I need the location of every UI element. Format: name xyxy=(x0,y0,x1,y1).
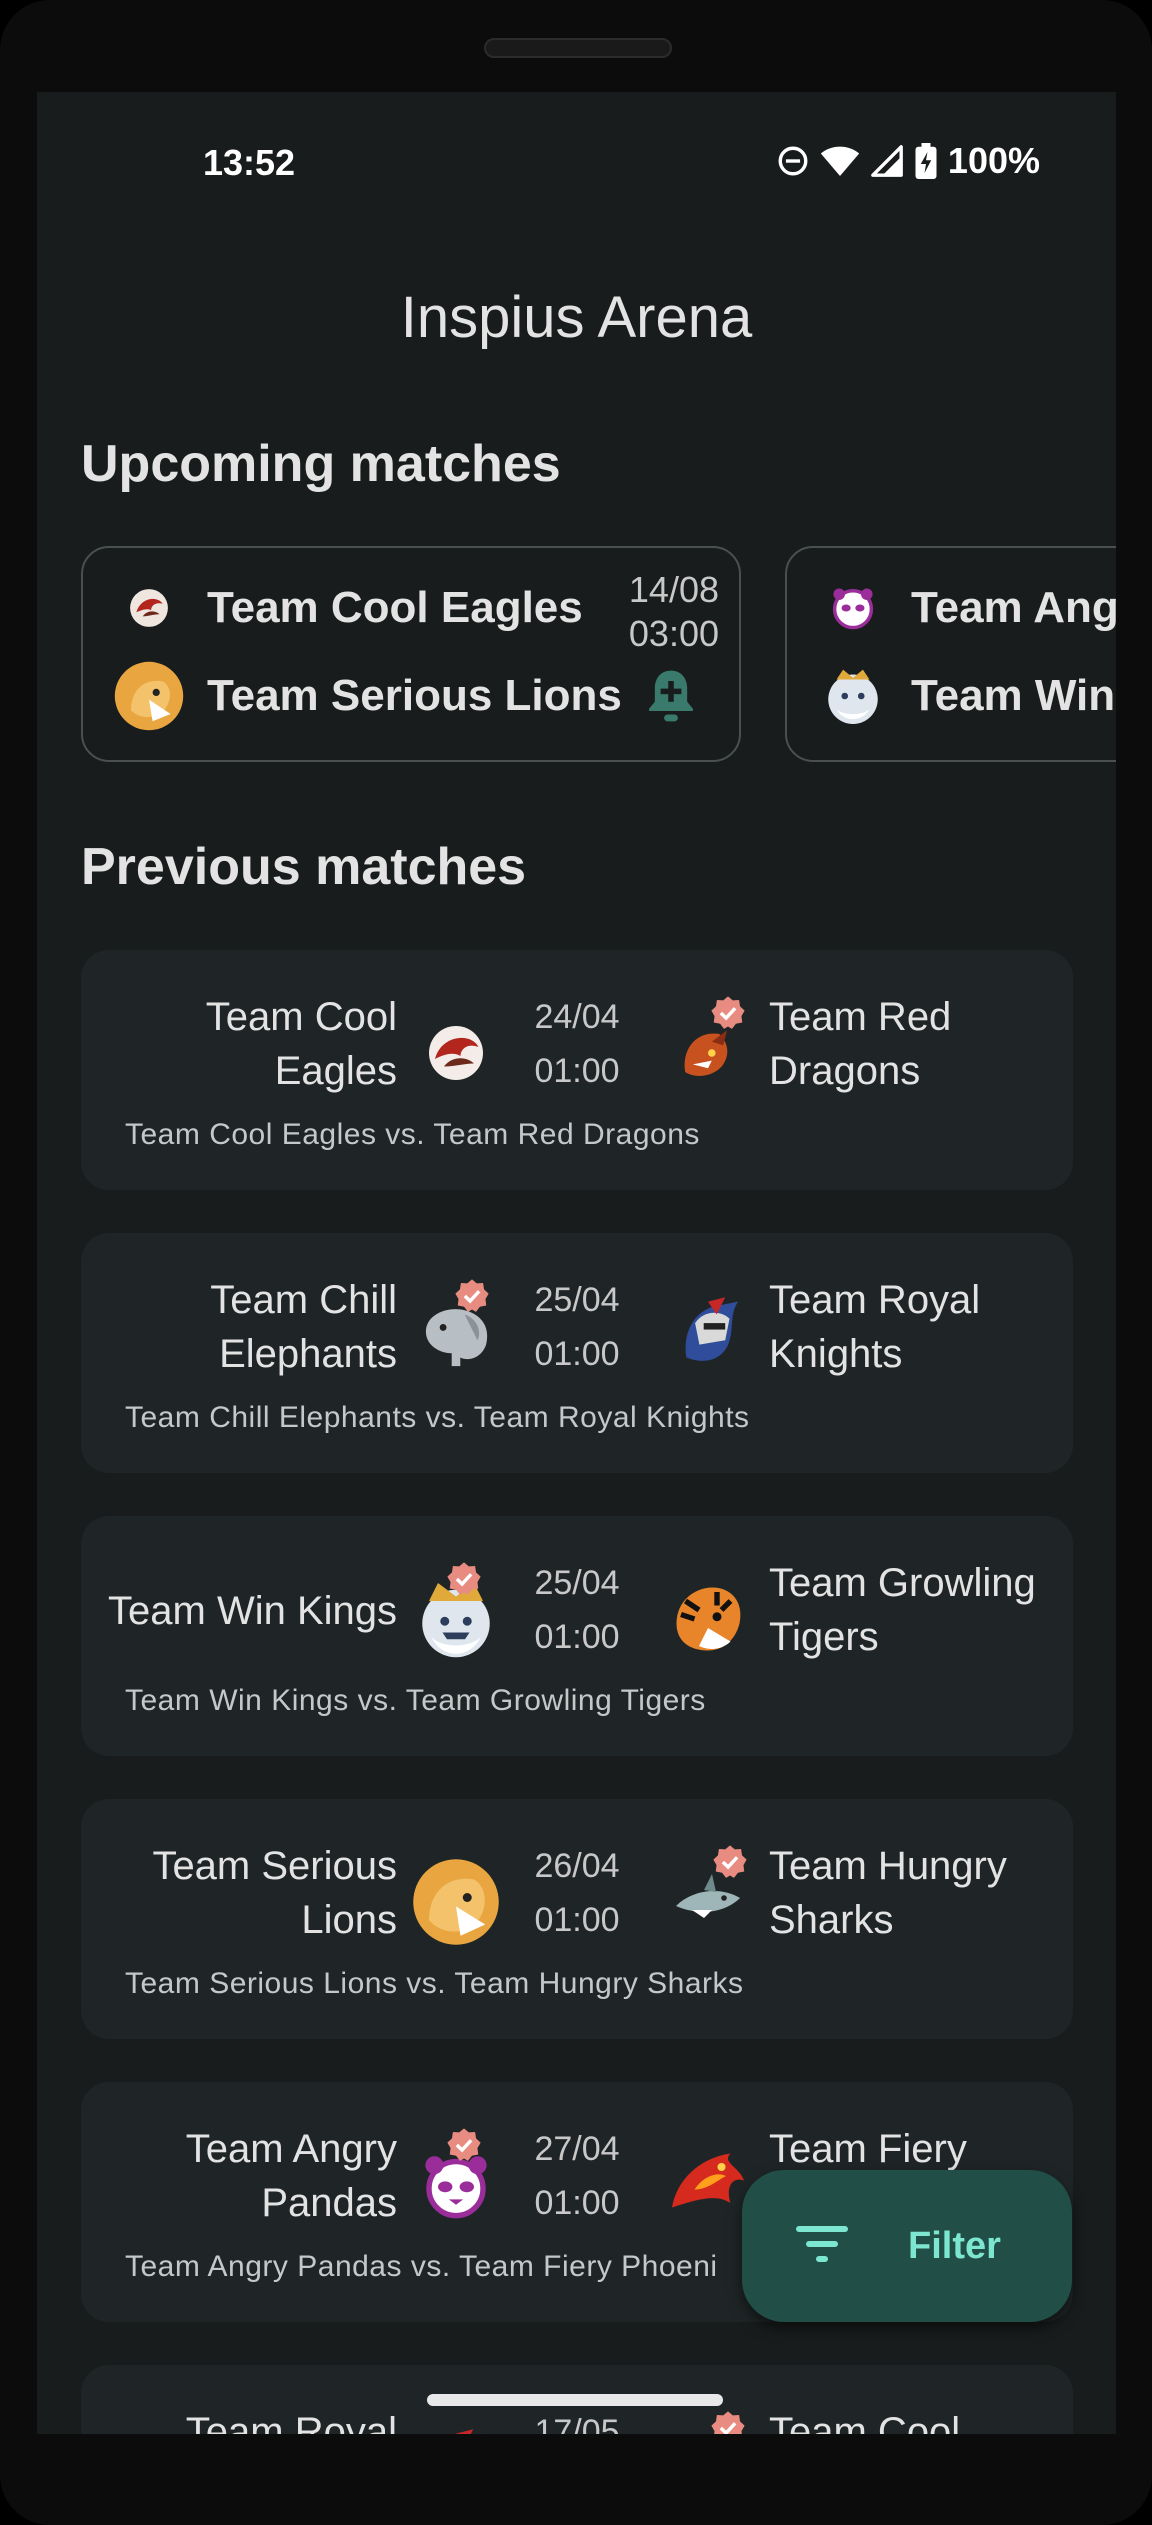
match-date-time: 01:00 xyxy=(534,1901,620,1939)
match-date-day: 17/05 xyxy=(534,2413,620,2434)
team-b-name: Team Royal Knights xyxy=(769,1278,981,1376)
match-date: 24/04 01:00 xyxy=(511,990,643,1098)
battery-charging-icon xyxy=(914,143,938,179)
team-b-name: Team Fiery xyxy=(769,2127,967,2171)
team-b-name: Team Red Dragons xyxy=(769,995,952,1093)
lion-logo-icon xyxy=(411,1857,501,1947)
panda-logo-icon xyxy=(817,572,889,644)
team-a-name: Team Win Kings xyxy=(108,1589,397,1633)
match-date-day: 25/04 xyxy=(534,1564,620,1602)
team-a-name: Team Cool Eagles xyxy=(205,995,397,1093)
match-caption: Team Serious Lions vs. Team Hungry Shark… xyxy=(125,1967,744,2000)
status-bar: 13:52 100% xyxy=(37,92,1116,183)
match-date: 27/04 01:00 xyxy=(511,2122,643,2230)
filter-icon xyxy=(796,2224,848,2269)
tiger-logo-icon xyxy=(663,1574,753,1664)
match-date-day: 25/04 xyxy=(534,1281,620,1319)
upcoming-team-a-name: Team Angr xyxy=(911,583,1116,632)
verified-badge-icon xyxy=(453,1277,491,1315)
upcoming-match-card[interactable]: Team Angr Team Win xyxy=(785,546,1116,762)
verified-badge-icon xyxy=(445,2126,483,2164)
phone-frame: 13:52 100% Inspius Arena Upcoming matche… xyxy=(0,0,1152,2525)
knight-logo-icon xyxy=(663,1291,753,1381)
eagle-logo-icon xyxy=(113,572,185,644)
screen: 13:52 100% Inspius Arena Upcoming matche… xyxy=(37,92,1116,2434)
match-date-day: 27/04 xyxy=(534,2130,620,2168)
match-date-time: 01:00 xyxy=(534,1618,620,1656)
upcoming-date-time: 03:00 xyxy=(628,613,719,654)
previous-match-card[interactable]: Team Cool Eagles 24/04 01:00 Team Red Dr… xyxy=(81,950,1073,1190)
upcoming-team-b-name: Team Win xyxy=(911,671,1116,720)
upcoming-team-b-row: Team Serious Lions xyxy=(113,660,622,732)
upcoming-team-a-name: Team Cool Eagles xyxy=(207,583,583,632)
match-date-time: 01:00 xyxy=(534,2184,620,2222)
status-icons: 100% xyxy=(776,140,1040,182)
match-date: 17/05 xyxy=(511,2405,643,2434)
battery-percentage: 100% xyxy=(947,140,1040,181)
verified-badge-icon xyxy=(445,1560,483,1598)
filter-button-label: Filter xyxy=(908,2224,1001,2267)
upcoming-date-day: 14/08 xyxy=(628,569,719,610)
previous-match-card[interactable]: Team Chill Elephants 25/04 01:00 Team Ro… xyxy=(81,1233,1073,1473)
upcoming-section-title: Upcoming matches xyxy=(81,435,561,493)
match-date: 25/04 01:00 xyxy=(511,1556,643,1664)
home-indicator[interactable] xyxy=(427,2394,723,2406)
king-logo-icon xyxy=(817,660,889,732)
match-caption: Team Cool Eagles vs. Team Red Dragons xyxy=(125,1118,700,1151)
app-title: Inspius Arena xyxy=(400,285,753,350)
team-a-name: Team Serious Lions xyxy=(152,1844,397,1942)
upcoming-team-a-row: Team Cool Eagles xyxy=(113,572,583,644)
team-b-name: Team Growling Tigers xyxy=(769,1561,1036,1659)
match-date-time: 01:00 xyxy=(534,1052,620,1090)
upcoming-team-b-name: Team Serious Lions xyxy=(207,671,622,720)
previous-match-card[interactable]: Team Serious Lions 26/04 01:00 Team Hung… xyxy=(81,1799,1073,2039)
eagle-logo-icon xyxy=(411,1008,501,1098)
match-date-time: 01:00 xyxy=(534,1335,620,1373)
match-caption: Team Win Kings vs. Team Growling Tigers xyxy=(125,1684,706,1717)
wifi-icon xyxy=(820,144,860,178)
verified-badge-icon xyxy=(709,994,747,1032)
cell-signal-icon xyxy=(870,144,904,178)
previous-section-title: Previous matches xyxy=(81,838,527,896)
verified-badge-icon xyxy=(709,2409,747,2434)
upcoming-date: 14/08 03:00 xyxy=(629,568,719,656)
match-date-day: 24/04 xyxy=(534,998,620,1036)
knight-logo-icon xyxy=(411,2423,501,2434)
upcoming-match-card[interactable]: Team Cool Eagles Team Serious Lions 14/0… xyxy=(81,546,741,762)
add-reminder-bell-icon[interactable] xyxy=(643,666,699,731)
upcoming-team-a-row: Team Angr xyxy=(817,572,1116,644)
phoenix-logo-icon xyxy=(663,2140,753,2230)
verified-badge-icon xyxy=(711,1843,749,1881)
lion-logo-icon xyxy=(113,660,185,732)
previous-match-card[interactable]: Team Win Kings 25/04 01:00 Team Growling… xyxy=(81,1516,1073,1756)
do-not-disturb-icon xyxy=(776,144,810,178)
team-a-name: Team Royal xyxy=(185,2410,397,2434)
match-date-day: 26/04 xyxy=(534,1847,620,1885)
speaker-grille xyxy=(484,38,672,58)
team-b-name: Team Cool xyxy=(769,2410,961,2434)
team-b-name: Team Hungry Sharks xyxy=(769,1844,1007,1942)
match-date: 26/04 01:00 xyxy=(511,1839,643,1947)
team-a-name: Team Angry Pandas xyxy=(185,2127,397,2225)
upcoming-team-b-row: Team Win xyxy=(817,660,1115,732)
match-caption: Team Angry Pandas vs. Team Fiery Phoeni xyxy=(125,2250,718,2283)
team-a-name: Team Chill Elephants xyxy=(210,1278,397,1376)
match-date: 25/04 01:00 xyxy=(511,1273,643,1381)
match-caption: Team Chill Elephants vs. Team Royal Knig… xyxy=(125,1401,750,1434)
filter-button[interactable]: Filter xyxy=(742,2170,1072,2322)
status-time: 13:52 xyxy=(203,142,296,183)
